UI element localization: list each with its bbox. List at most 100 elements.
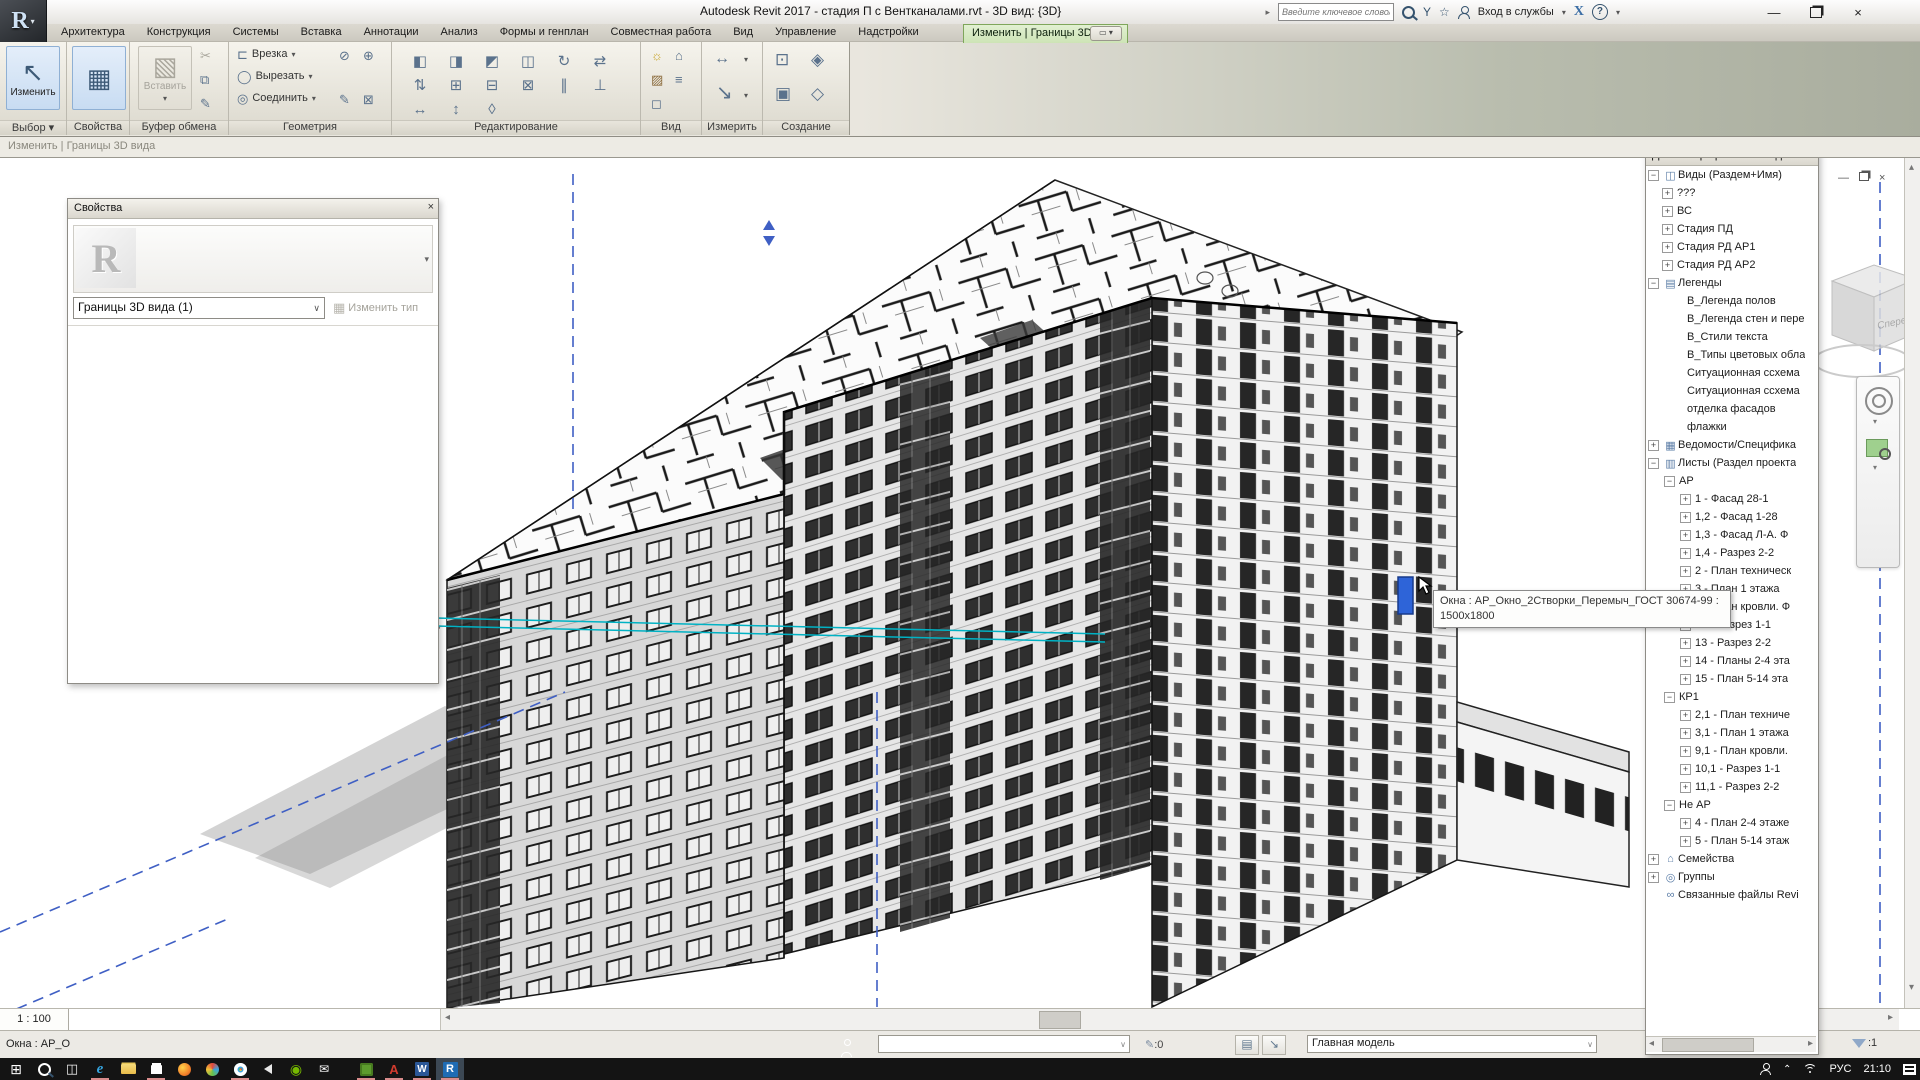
- panel-label-measure[interactable]: Измерить: [702, 120, 762, 135]
- tree-item-label[interactable]: Стадия ПД: [1677, 223, 1733, 235]
- view-scale-button[interactable]: 1 : 100: [0, 1009, 69, 1030]
- tree-row[interactable]: + 1,3 - Фасад Л-А. Ф: [1646, 526, 1816, 544]
- tree-item-label[interactable]: Ситуационная ссхема: [1687, 367, 1800, 379]
- ribbon-tab[interactable]: Системы: [222, 24, 290, 41]
- tree-expander-icon[interactable]: +: [1680, 782, 1691, 793]
- tree-row[interactable]: отделка фасадов: [1646, 400, 1816, 418]
- browser-scroll-left-icon[interactable]: ◂: [1649, 1038, 1654, 1049]
- tree-item-label[interactable]: В_Легенда стен и пере: [1687, 313, 1805, 325]
- horizontal-scroll-thumb[interactable]: [1039, 1011, 1081, 1029]
- tree-row[interactable]: + 1 - Фасад 28-1: [1646, 490, 1816, 508]
- tree-row[interactable]: В_Стили текста: [1646, 328, 1816, 346]
- join-button[interactable]: ◎ Соединить▾: [237, 89, 316, 107]
- edit-tool-icon[interactable]: ↕: [452, 101, 460, 118]
- edit-tool-icon[interactable]: ⊞: [450, 76, 463, 94]
- properties-palette-header[interactable]: Свойства ×: [68, 199, 438, 219]
- properties-grid[interactable]: [68, 325, 438, 683]
- tree-expander-icon[interactable]: +: [1662, 206, 1673, 217]
- notification-center-icon[interactable]: [1903, 1064, 1916, 1075]
- tree-row[interactable]: ∞ Связанные файлы Revi: [1646, 886, 1816, 904]
- tree-item-label[interactable]: 4 - План 2-4 этаже: [1695, 817, 1789, 829]
- tree-row[interactable]: + 1,4 - Разрез 2-2: [1646, 544, 1816, 562]
- tree-expander-icon[interactable]: −: [1664, 692, 1675, 703]
- tree-expander-icon[interactable]: +: [1680, 710, 1691, 721]
- taskbar-app-icon-revit[interactable]: R: [436, 1058, 464, 1080]
- browser-horizontal-scrollbar[interactable]: ◂ ▸: [1646, 1036, 1816, 1052]
- tree-item-label[interactable]: АР: [1679, 475, 1694, 487]
- modify-button[interactable]: ↖ Изменить: [6, 46, 60, 110]
- tree-expander-icon[interactable]: +: [1680, 494, 1691, 505]
- tree-row[interactable]: В_Типы цветовых обла: [1646, 346, 1816, 364]
- tree-row[interactable]: + ◎ Группы: [1646, 868, 1816, 886]
- tree-expander-icon[interactable]: +: [1680, 674, 1691, 685]
- tree-item-label[interactable]: 15 - План 5-14 эта: [1695, 673, 1788, 685]
- exchange-apps-icon[interactable]: X: [1574, 4, 1584, 20]
- design-option-select[interactable]: Главная модель∨: [1307, 1035, 1597, 1053]
- language-indicator[interactable]: РУС: [1829, 1063, 1851, 1075]
- demolish-hammer-icon[interactable]: ⊠: [363, 93, 374, 106]
- browser-scroll-thumb[interactable]: [1662, 1038, 1754, 1052]
- create-assembly-icon[interactable]: ▣: [775, 85, 791, 102]
- tree-item-label[interactable]: 1,4 - Разрез 2-2: [1695, 547, 1774, 559]
- tree-item-label[interactable]: 1 - Фасад 28-1: [1695, 493, 1768, 505]
- cope-button[interactable]: ◯ Вырезать▾: [237, 67, 313, 85]
- ribbon-tab[interactable]: Вставка: [290, 24, 353, 41]
- tree-row[interactable]: + Стадия ПД: [1646, 220, 1816, 238]
- tree-row[interactable]: + 13 - Разрез 2-2: [1646, 634, 1816, 652]
- create-similar-icon[interactable]: ◈: [811, 51, 824, 68]
- tree-item-label[interactable]: ???: [1677, 187, 1695, 199]
- edit-tool-icon[interactable]: ⊠: [522, 76, 535, 94]
- taskbar-app-icon-pinwheel[interactable]: [198, 1058, 226, 1080]
- zoom-icon[interactable]: [1866, 439, 1888, 457]
- split-face-icon[interactable]: ⊘: [339, 49, 350, 62]
- edit-tool-icon[interactable]: ↻: [558, 52, 571, 70]
- tree-item-label[interactable]: 10,1 - Разрез 1-1: [1695, 763, 1780, 775]
- application-menu-button[interactable]: R ▾: [0, 0, 47, 42]
- ribbon-tab[interactable]: Совместная работа: [600, 24, 723, 41]
- paint-icon[interactable]: ✎: [339, 93, 350, 106]
- tree-item-label[interactable]: В_Типы цветовых обла: [1687, 349, 1805, 361]
- tree-item-label[interactable]: В_Стили текста: [1687, 331, 1768, 343]
- tree-row[interactable]: + 2,1 - План техниче: [1646, 706, 1816, 724]
- taskbar-search-icon[interactable]: [30, 1058, 58, 1080]
- type-selector[interactable]: Границы 3D вида (1)∨: [73, 297, 325, 319]
- tree-row[interactable]: + 14 - Планы 2-4 эта: [1646, 652, 1816, 670]
- tree-item-label[interactable]: 14 - Планы 2-4 эта: [1695, 655, 1790, 667]
- tree-row[interactable]: − КР1: [1646, 688, 1816, 706]
- tree-item-label[interactable]: 1,3 - Фасад Л-А. Ф: [1695, 529, 1788, 541]
- measure-dropdown2-icon[interactable]: ▾: [744, 91, 748, 100]
- taskbar-app-icon-word[interactable]: W: [408, 1058, 436, 1080]
- ribbon-tab[interactable]: Конструкция: [136, 24, 222, 41]
- view-close-button[interactable]: ×: [1879, 172, 1885, 184]
- tree-row[interactable]: + ???: [1646, 184, 1816, 202]
- signin-label[interactable]: Вход в службы: [1478, 6, 1554, 18]
- panel-label-geometry[interactable]: Геометрия: [229, 120, 391, 135]
- signin-person-icon[interactable]: [1458, 6, 1470, 18]
- tree-item-label[interactable]: В_Легенда полов: [1687, 295, 1776, 307]
- scroll-left-icon[interactable]: ◂: [445, 1012, 450, 1023]
- taskbar-app-icon-autocad[interactable]: A: [380, 1058, 408, 1080]
- tree-expander-icon[interactable]: +: [1680, 836, 1691, 847]
- tree-row[interactable]: + 5 - План 5-14 этаж: [1646, 832, 1816, 850]
- tree-expander-icon[interactable]: +: [1680, 764, 1691, 775]
- panel-label-clipboard[interactable]: Буфер обмена: [130, 120, 228, 135]
- measure-dropdown-icon[interactable]: ▾: [744, 55, 748, 64]
- tree-item-label[interactable]: 9,1 - План кровли.: [1695, 745, 1788, 757]
- cut-icon[interactable]: ✂: [200, 49, 211, 62]
- editing-requests[interactable]: ✎:0: [1145, 1038, 1163, 1051]
- tree-row[interactable]: + Стадия РД АР2: [1646, 256, 1816, 274]
- search-icon[interactable]: [1402, 6, 1415, 19]
- taskbar-app-icon-nvidia[interactable]: ◉: [282, 1058, 310, 1080]
- tree-item-label[interactable]: Семейства: [1678, 853, 1734, 865]
- preview-dropdown-icon[interactable]: ▾: [424, 254, 429, 265]
- edit-tool-icon[interactable]: ◨: [449, 52, 463, 70]
- restore-button[interactable]: [1810, 7, 1822, 18]
- view-minimize-button[interactable]: —: [1838, 172, 1849, 184]
- tree-row[interactable]: + 15 - План 5-14 эта: [1646, 670, 1816, 688]
- render-icon[interactable]: ⌂: [675, 49, 683, 62]
- tree-item-label[interactable]: Листы (Раздел проекта: [1678, 457, 1796, 469]
- paste-button[interactable]: ▧ Вставить ▾: [138, 46, 192, 110]
- taskbar-app-icon-chrome[interactable]: [226, 1058, 254, 1080]
- tree-item-label[interactable]: 2 - План техническ: [1695, 565, 1791, 577]
- communication-icon[interactable]: Y: [1423, 6, 1431, 18]
